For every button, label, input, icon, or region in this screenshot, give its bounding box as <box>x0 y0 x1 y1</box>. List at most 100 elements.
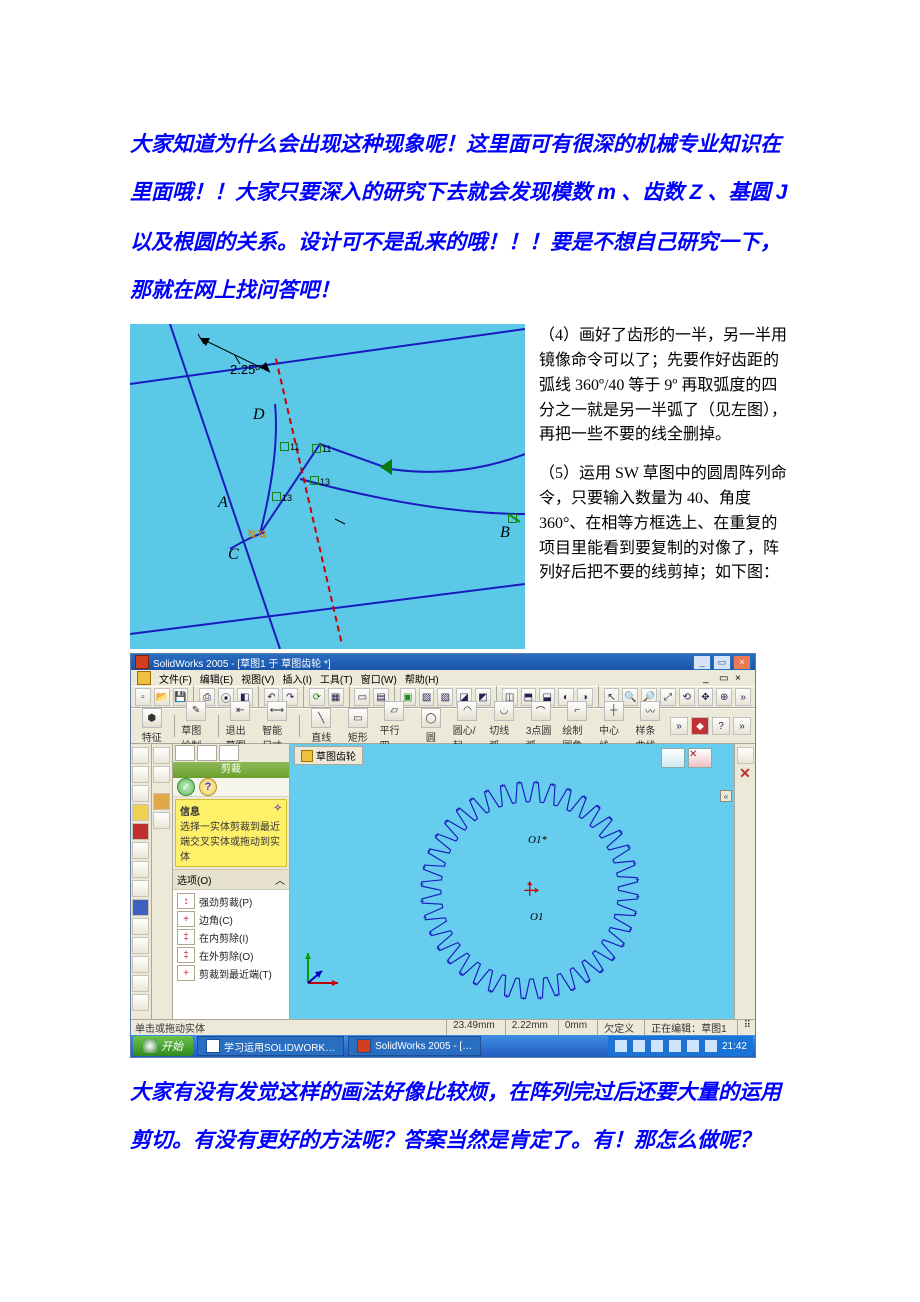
close-button[interactable]: × <box>733 655 751 670</box>
rect-button[interactable]: ▭矩形 <box>341 707 375 745</box>
panel-tab[interactable] <box>175 745 195 761</box>
strip-icon[interactable] <box>132 956 149 973</box>
strip-icon[interactable] <box>132 937 149 954</box>
intro-text-1c: 、基圆 <box>708 180 776 204</box>
variable-j: J <box>776 181 788 204</box>
strip-close-icon[interactable]: ✕ <box>738 766 753 781</box>
panel-tab-row[interactable] <box>173 744 289 762</box>
strip-icon[interactable] <box>737 747 754 764</box>
panel-help-button[interactable]: ? <box>199 778 217 796</box>
menu-window[interactable]: 窗口(W) <box>361 671 397 686</box>
windows-taskbar[interactable]: 开始 学习运用SOLIDWORK… SolidWorks 2005 - [… <box>131 1035 755 1057</box>
mdi-restore-button[interactable]: ▭ <box>719 673 733 684</box>
select-icon[interactable]: ▭ <box>354 688 370 706</box>
taskbar-item[interactable]: 学习运用SOLIDWORK… <box>197 1036 344 1056</box>
open-icon[interactable]: 📂 <box>154 688 170 706</box>
strip-icon[interactable] <box>153 766 170 783</box>
variable-z: Z <box>689 181 702 204</box>
left-tool-strip-2[interactable] <box>152 744 173 1019</box>
sketch-node <box>272 492 281 501</box>
strip-icon[interactable] <box>132 747 149 764</box>
dimension-angle: 2.25º <box>230 362 260 377</box>
tool-icon[interactable]: ⊕ <box>716 688 732 706</box>
variable-m: m <box>597 181 616 204</box>
label-D: D <box>253 406 265 424</box>
strip-icon[interactable] <box>132 880 149 897</box>
node-tag: 13 <box>282 493 292 503</box>
menu-help[interactable]: 帮助(H) <box>405 671 439 686</box>
mdi-close-button[interactable]: × <box>735 673 749 684</box>
overflow-icon[interactable]: » <box>735 688 751 706</box>
option-row[interactable]: +剪裁到最近端(T) <box>175 964 287 982</box>
panel-tab[interactable] <box>197 745 217 761</box>
mdi-minimize-button[interactable]: _ <box>703 673 717 684</box>
system-tray[interactable]: 21:42 <box>608 1036 753 1056</box>
right-tool-strip[interactable]: ✕ <box>734 744 755 1019</box>
option-row[interactable]: ↕强劲剪裁(P) <box>175 892 287 910</box>
panel-tab[interactable] <box>219 745 239 761</box>
strip-icon[interactable] <box>132 899 149 916</box>
maximize-button[interactable]: ▭ <box>713 655 731 670</box>
tray-icon[interactable] <box>668 1039 682 1053</box>
panel-title: 剪裁 <box>173 762 289 778</box>
menu-bar[interactable]: 文件(F) 编辑(E) 视图(V) 插入(I) 工具(T) 窗口(W) 帮助(H… <box>131 670 755 686</box>
color-icon[interactable]: ◆ <box>691 717 709 735</box>
tray-icon[interactable] <box>614 1039 628 1053</box>
new-icon[interactable]: ▫ <box>135 688 151 706</box>
ok-button[interactable]: ✓ <box>177 778 195 796</box>
line-button[interactable]: ╲直线 <box>304 707 338 745</box>
strip-icon[interactable] <box>153 793 170 810</box>
task-icon <box>357 1039 371 1053</box>
circle-button[interactable]: ◯圆 <box>414 707 448 745</box>
graphics-canvas[interactable]: 草图齿轮 ✕ « <box>290 744 734 1019</box>
strip-icon[interactable] <box>132 785 149 802</box>
pin-icon[interactable]: ✧ <box>274 803 282 818</box>
status-y: 2.22mm <box>505 1020 548 1035</box>
menu-view[interactable]: 视图(V) <box>241 671 274 686</box>
strip-icon[interactable] <box>132 861 149 878</box>
strip-icon[interactable] <box>153 812 170 829</box>
tray-icon[interactable] <box>686 1039 700 1053</box>
menu-edit[interactable]: 编辑(E) <box>200 671 233 686</box>
view-icon[interactable]: ▨ <box>419 688 435 706</box>
window-titlebar[interactable]: SolidWorks 2005 - [草图1 于 草图齿轮 *] _ ▭ × <box>131 654 755 670</box>
intro-text-1b: 、齿数 <box>621 180 689 204</box>
menu-file[interactable]: 文件(F) <box>159 671 192 686</box>
strip-icon[interactable] <box>132 918 149 935</box>
strip-icon[interactable] <box>132 842 149 859</box>
start-button[interactable]: 开始 <box>133 1036 193 1056</box>
strip-icon[interactable] <box>132 994 149 1011</box>
label-o1: O1 <box>530 911 543 923</box>
strip-icon[interactable] <box>153 747 170 764</box>
overflow-icon[interactable]: » <box>733 717 751 735</box>
taskbar-item[interactable]: SolidWorks 2005 - [… <box>348 1036 481 1056</box>
menu-tools[interactable]: 工具(T) <box>320 671 353 686</box>
features-button[interactable]: ⬢特征 <box>135 707 169 745</box>
strip-icon[interactable] <box>132 975 149 992</box>
chevron-up-icon[interactable]: ︿ <box>275 872 285 887</box>
strip-icon[interactable] <box>132 823 149 840</box>
tool-icon[interactable]: ▦ <box>328 688 344 706</box>
help-icon[interactable]: ? <box>712 717 730 735</box>
minimize-button[interactable]: _ <box>693 655 711 670</box>
pan-icon[interactable]: ✥ <box>698 688 714 706</box>
option-row[interactable]: +边角(C) <box>175 910 287 928</box>
options-list: ↕强劲剪裁(P) +边角(C) ‡在内剪除(I) ‡在外剪除(O) +剪裁到最近… <box>173 890 289 1019</box>
rebuild-icon[interactable]: ⟳ <box>309 688 325 706</box>
strip-icon[interactable] <box>132 766 149 783</box>
command-toolbar[interactable]: ⬢特征 ✎草图绘制 ⇤退出草图 ⟷智能尺寸 ╲直线 ▭矩形 ▱平行四… ◯圆 ◠… <box>131 708 755 744</box>
option-icon: ‡ <box>177 929 195 945</box>
options-header[interactable]: 选项(O) ︿ <box>173 869 289 890</box>
option-row[interactable]: ‡在外剪除(O) <box>175 946 287 964</box>
menu-insert[interactable]: 插入(I) <box>282 671 311 686</box>
overflow-icon[interactable]: » <box>670 717 688 735</box>
tray-icon[interactable] <box>704 1039 718 1053</box>
option-row[interactable]: ‡在内剪除(I) <box>175 928 287 946</box>
app-icon <box>135 655 149 669</box>
tray-icon[interactable] <box>650 1039 664 1053</box>
property-manager-panel[interactable]: 剪裁 ✓ ? 信息 ✧ 选择一实体剪裁到最近端交叉实体或拖动到实体 选项(O) <box>173 744 290 1019</box>
left-tool-strip-1[interactable] <box>131 744 152 1019</box>
tray-icon[interactable] <box>632 1039 646 1053</box>
strip-icon[interactable] <box>132 804 149 821</box>
rotate-icon[interactable]: ⟲ <box>679 688 695 706</box>
